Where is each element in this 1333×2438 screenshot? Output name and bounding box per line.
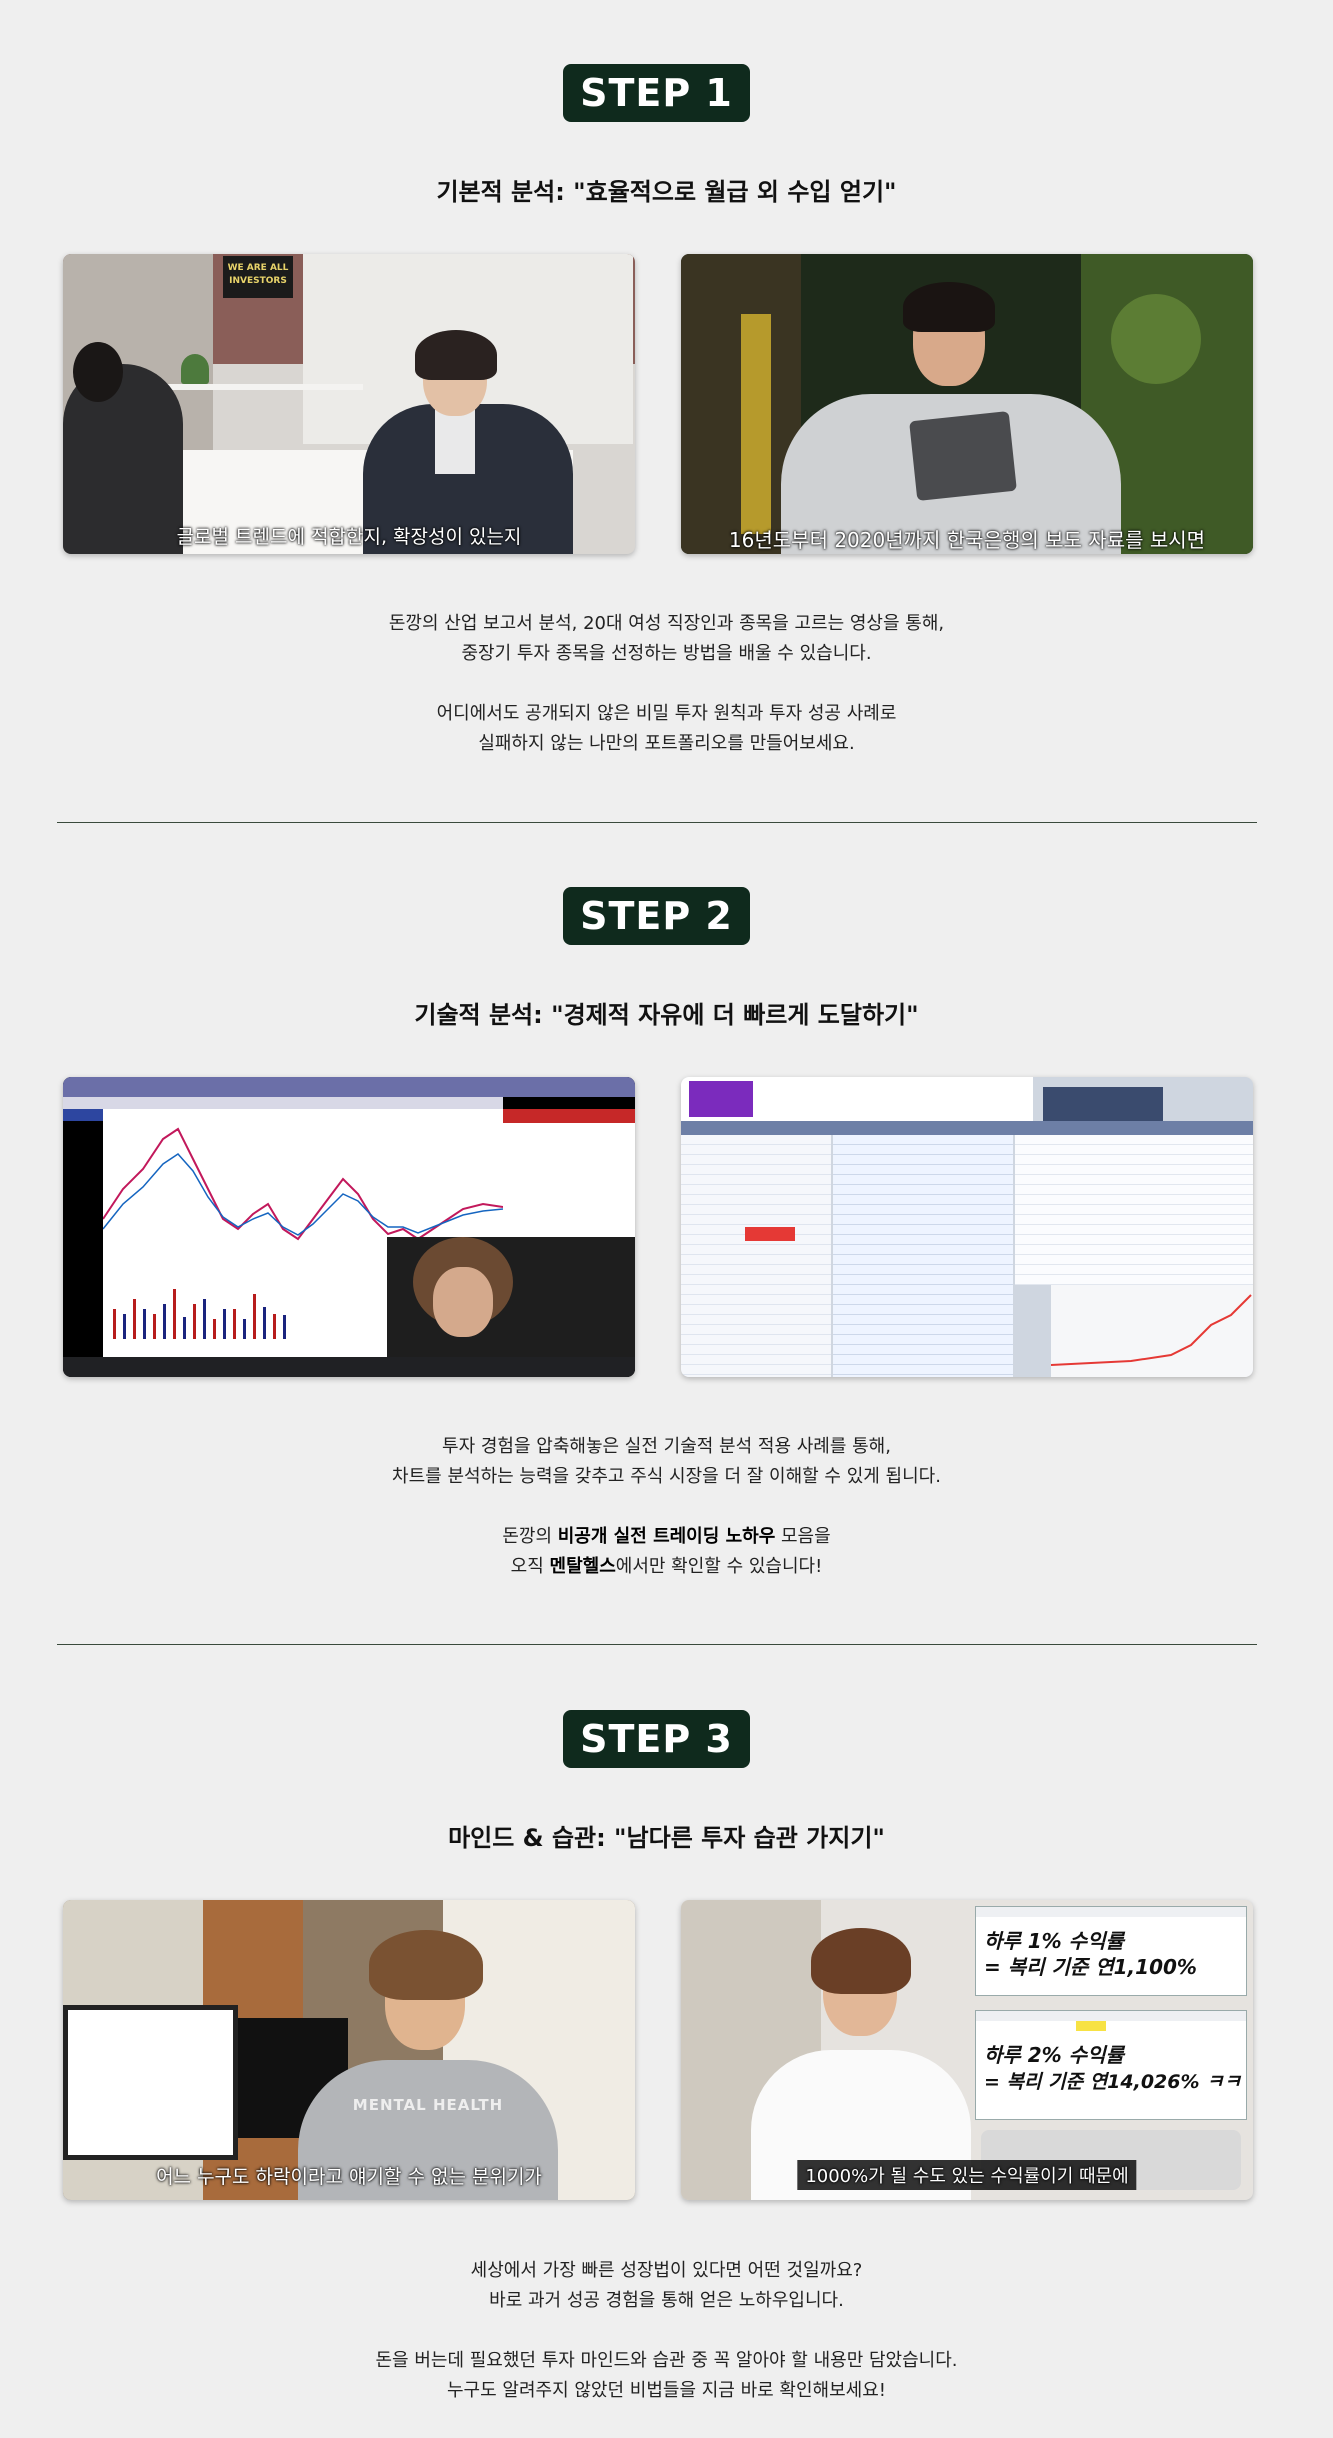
yellow-column — [741, 314, 771, 534]
step-3-para2-line1: 돈을 버는데 필요했던 투자 마인드와 습관 중 꼭 알아야 할 내용만 담았습… — [375, 2350, 958, 2371]
person-hair — [811, 1928, 911, 1994]
speaker-hair — [415, 330, 497, 380]
step-2-badge: STEP 2 — [563, 887, 750, 945]
card-1-line-2: = 복리 기준 연1,100% — [984, 1955, 1197, 1979]
promo-label — [689, 1081, 753, 1117]
shelf — [163, 384, 363, 390]
step-3-badge: STEP 3 — [563, 1710, 750, 1768]
page: STEP 1 기본적 분석: "효율적으로 월급 외 수입 얻기" WE ARE… — [0, 0, 1333, 2438]
step-3-video-thumbnail-returns[interactable]: 하루 1% 수익률 = 복리 기준 연1,100% 하루 2% 수익률 = 복리… — [681, 1900, 1253, 2200]
step-2-video-thumbnail-chart[interactable] — [63, 1077, 635, 1377]
text-emphasis: 멘탈헬스 — [549, 1556, 616, 1577]
thumbnail-strip — [1043, 1087, 1163, 1121]
taskbar — [63, 1357, 635, 1377]
quote-table-right — [1015, 1135, 1253, 1285]
step-1-para2-line1: 어디에서도 공개되지 않은 비밀 투자 원칙과 투자 성공 사례로 — [436, 703, 897, 724]
step-1-video-thumbnail-interview[interactable]: WE ARE ALL INVESTORS 글로벌 트렌드에 적합한지, 확장성이… — [63, 254, 635, 554]
step-1-left-caption: 글로벌 트렌드에 적합한지, 확장성이 있는지 — [176, 526, 522, 548]
step-2-para2-line2: 오직 멘탈헬스에서만 확인할 수 있습니다! — [0, 1552, 1333, 1582]
step-2-para2-line1: 돈깡의 비공개 실전 트레이딩 노하우 모음을 — [0, 1522, 1333, 1552]
step-2-heading: 기술적 분석: "경제적 자유에 더 빠르게 도달하기" — [414, 1001, 919, 1029]
step-3-heading: 마인드 & 습관: "남다른 투자 습관 가지기" — [448, 1824, 885, 1852]
step-3-paragraph-2: 돈을 버는데 필요했던 투자 마인드와 습관 중 꼭 알아야 할 내용만 담았습… — [0, 2346, 1333, 2406]
monitor-icon — [63, 2005, 238, 2160]
step-1-para1-line2: 중장기 투자 종목을 선정하는 방법을 배울 수 있습니다. — [461, 643, 872, 664]
step-2-video-thumbnail-terminal[interactable] — [681, 1077, 1253, 1377]
text-prefix: 돈깡의 — [502, 1526, 558, 1547]
step-3-video-thumbnail-hoodie[interactable]: MENTAL HEALTH 어느 누구도 하락이라고 얘기할 수 없는 분위기가 — [63, 1900, 635, 2200]
highlight-mark — [1076, 2021, 1106, 2031]
card-1-line-1: 하루 1% 수익률 — [984, 1929, 1124, 1953]
tablet-icon — [909, 410, 1017, 502]
foliage-highlight — [1111, 294, 1201, 384]
section-divider-2 — [57, 1644, 1257, 1645]
streamer-face — [433, 1267, 493, 1337]
step-1-heading: 기본적 분석: "효율적으로 월급 외 수입 얻기" — [436, 178, 897, 206]
step-1-video-thumbnail-tablet[interactable]: 16년도부터 2020년까지 한국은행의 보도 자료를 보시면 — [681, 254, 1253, 554]
order-book-left — [681, 1135, 831, 1377]
poster-text-bottom: INVESTORS — [229, 276, 287, 286]
step-1-para2-line2: 실패하지 않는 나만의 포트폴리오를 만들어보세요. — [478, 733, 855, 754]
section-divider-1 — [57, 822, 1257, 823]
step-3-para2-line2: 누구도 알려주지 않았던 비법들을 지금 바로 확인해보세요! — [447, 2380, 886, 2401]
speaker-hair — [369, 1930, 483, 2000]
highlight-cell — [745, 1227, 795, 1241]
step-3-para1-line1: 세상에서 가장 빠른 성장법이 있다면 어떤 것일까요? — [470, 2260, 863, 2281]
step-2-para1-line1: 투자 경험을 압축해놓은 실전 기술적 분석 적용 사례를 통해, — [442, 1436, 891, 1457]
step-2-paragraph-2: 돈깡의 비공개 실전 트레이딩 노하우 모음을 오직 멘탈헬스에서만 확인할 수… — [0, 1522, 1333, 1582]
plant-icon — [181, 354, 209, 384]
step-3-left-caption: 어느 누구도 하락이라고 얘기할 수 없는 분위기가 — [156, 2166, 542, 2188]
text-suffix: 에서만 확인할 수 있습니다! — [615, 1556, 823, 1577]
card-2-line-2: = 복리 기준 연14,026% ㅋㅋ — [984, 2071, 1242, 2093]
card-2-line-1: 하루 2% 수익률 — [984, 2043, 1124, 2067]
mini-chart-icon — [1050, 1294, 1252, 1366]
step-1-right-caption: 16년도부터 2020년까지 한국은행의 보도 자료를 보시면 — [728, 528, 1206, 552]
blue-tab — [63, 1109, 103, 1121]
window-titlebar — [63, 1077, 635, 1097]
text-suffix: 모음을 — [775, 1526, 831, 1547]
step-1-para1-line1: 돈깡의 산업 보고서 분석, 20대 여성 직장인과 종목을 고르는 영상을 통… — [388, 613, 945, 634]
interviewer-head — [73, 342, 123, 402]
poster: WE ARE ALL INVESTORS — [223, 256, 293, 298]
text-emphasis: 비공개 실전 트레이딩 노하우 — [557, 1526, 776, 1547]
step-2-paragraph-1: 투자 경험을 압축해놓은 실전 기술적 분석 적용 사례를 통해, 차트를 분석… — [0, 1432, 1333, 1492]
person-hair — [903, 282, 995, 332]
order-book-center — [833, 1135, 1013, 1377]
mini-chart — [1050, 1285, 1253, 1377]
step-2-para1-line2: 차트를 분석하는 능력을 갖추고 주식 시장을 더 잘 이해할 수 있게 됩니다… — [392, 1466, 941, 1487]
hoodie-text: MENTAL HEALTH — [352, 2096, 504, 2114]
card-header — [976, 2011, 1246, 2021]
side-panel-header — [503, 1109, 635, 1123]
step-3-para1-line2: 바로 과거 성공 경험을 통해 얻은 노하우입니다. — [489, 2290, 844, 2311]
step-1-paragraph-1: 돈깡의 산업 보고서 분석, 20대 여성 직장인과 종목을 고르는 영상을 통… — [0, 609, 1333, 669]
returns-card-2: 하루 2% 수익률 = 복리 기준 연14,026% ㅋㅋ — [975, 2010, 1247, 2120]
step-3-paragraph-1: 세상에서 가장 빠른 성장법이 있다면 어떤 것일까요? 바로 과거 성공 경험… — [0, 2256, 1333, 2316]
toolbar — [63, 1097, 503, 1109]
text-prefix: 오직 — [510, 1556, 550, 1577]
step-3-right-caption: 1000%가 될 수도 있는 수익률이기 때문에 — [797, 2160, 1137, 2190]
step-1-badge: STEP 1 — [563, 64, 750, 122]
card-header — [976, 1907, 1246, 1917]
poster-text-top: WE ARE ALL — [227, 263, 289, 273]
step-1-paragraph-2: 어디에서도 공개되지 않은 비밀 투자 원칙과 투자 성공 사례로 실패하지 않… — [0, 699, 1333, 759]
terminal-titlebar — [681, 1121, 1253, 1135]
returns-card-1: 하루 1% 수익률 = 복리 기준 연1,100% — [975, 1906, 1247, 1996]
